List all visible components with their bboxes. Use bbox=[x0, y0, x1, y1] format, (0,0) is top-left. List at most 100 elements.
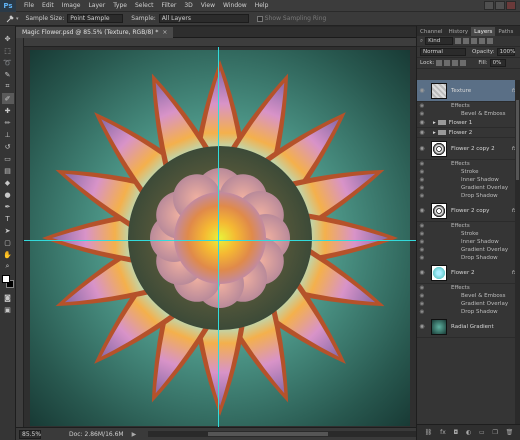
horizontal-scrollbar[interactable] bbox=[148, 431, 416, 437]
layer-effect-item[interactable]: ◉ Stroke bbox=[417, 168, 520, 176]
layer-name[interactable]: Texture bbox=[451, 88, 512, 94]
document-tab[interactable]: Magic Flower.psd @ 85.5% (Texture, RGB/8… bbox=[16, 27, 174, 38]
effect-visibility-icon[interactable]: ◉ bbox=[417, 231, 427, 237]
effect-visibility-icon[interactable]: ◉ bbox=[417, 293, 427, 299]
layer-group-row[interactable]: ◉ ▸ Flower 1 bbox=[417, 118, 520, 128]
layer-thumbnail[interactable] bbox=[431, 318, 447, 335]
new-group-icon[interactable]: ▭ bbox=[479, 429, 485, 436]
effect-visibility-icon[interactable]: ◉ bbox=[417, 111, 427, 117]
lock-all-icon[interactable] bbox=[460, 60, 467, 66]
type-tool-icon[interactable]: T bbox=[2, 213, 14, 224]
group-expand-arrow-icon[interactable]: ▸ bbox=[433, 120, 436, 126]
menu-help[interactable]: Help bbox=[251, 2, 273, 9]
layer-row[interactable]: ◉Texturefx bbox=[417, 80, 520, 102]
horizontal-guide[interactable] bbox=[24, 240, 416, 241]
layer-group-row[interactable]: ◉ ▸ Flower 2 bbox=[417, 128, 520, 138]
eyedropper-tool-icon[interactable]: ✐ bbox=[1, 93, 14, 104]
menu-filter[interactable]: Filter bbox=[158, 2, 181, 9]
link-layers-icon[interactable]: ⛓ bbox=[425, 429, 433, 436]
zoom-level-field[interactable]: 85.5% bbox=[19, 429, 41, 439]
visibility-eye-icon[interactable]: ◉ bbox=[417, 269, 427, 276]
path-select-tool-icon[interactable]: ➤ bbox=[2, 225, 14, 236]
lock-transparent-icon[interactable] bbox=[436, 60, 443, 66]
effect-visibility-icon[interactable]: ◉ bbox=[417, 247, 427, 253]
close-window-button[interactable] bbox=[506, 1, 516, 10]
blend-mode-select[interactable]: Normal bbox=[420, 48, 466, 56]
history-brush-tool-icon[interactable]: ↺ bbox=[2, 141, 14, 152]
effect-visibility-icon[interactable]: ◉ bbox=[417, 223, 427, 229]
layer-effects-header[interactable]: ◉ Effects bbox=[417, 284, 520, 292]
layer-name[interactable]: Flower 2 copy 2 bbox=[451, 146, 512, 152]
quick-select-tool-icon[interactable]: ✎ bbox=[2, 69, 14, 80]
effect-visibility-icon[interactable]: ◉ bbox=[417, 185, 427, 191]
document-canvas[interactable] bbox=[30, 50, 410, 426]
menu-edit[interactable]: Edit bbox=[38, 2, 58, 9]
hand-tool-icon[interactable]: ✋ bbox=[2, 249, 14, 260]
layer-effect-item[interactable]: ◉ Gradient Overlay bbox=[417, 184, 520, 192]
menu-file[interactable]: File bbox=[20, 2, 38, 9]
tab-layers[interactable]: Layers bbox=[471, 27, 496, 36]
layers-scrollbar[interactable] bbox=[515, 80, 520, 424]
effect-visibility-icon[interactable]: ◉ bbox=[417, 309, 427, 315]
adjustment-layer-icon[interactable]: ◐ bbox=[466, 429, 471, 436]
layer-thumbnail[interactable] bbox=[431, 264, 447, 281]
screen-mode-icon[interactable]: ▣ bbox=[2, 304, 14, 315]
layer-effect-item[interactable]: ◉ Drop Shadow bbox=[417, 192, 520, 200]
vertical-guide[interactable] bbox=[218, 47, 219, 427]
layer-name[interactable]: Flower 1 bbox=[449, 120, 520, 126]
canvas-area[interactable] bbox=[24, 47, 416, 427]
effect-visibility-icon[interactable]: ◉ bbox=[417, 255, 427, 261]
status-menu-arrow-icon[interactable]: ▶ bbox=[132, 431, 137, 438]
delete-layer-icon[interactable]: 🗑 bbox=[506, 429, 514, 436]
layer-name[interactable]: Flower 2 copy bbox=[451, 208, 512, 214]
clone-stamp-tool-icon[interactable]: ⊥ bbox=[2, 129, 14, 140]
effect-visibility-icon[interactable]: ◉ bbox=[417, 239, 427, 245]
effect-visibility-icon[interactable]: ◉ bbox=[417, 161, 427, 167]
layer-row[interactable]: ◉Flower 2fx bbox=[417, 262, 520, 284]
visibility-eye-icon[interactable]: ◉ bbox=[417, 145, 427, 152]
visibility-eye-icon[interactable]: ◉ bbox=[417, 129, 427, 136]
type-filter-icon[interactable] bbox=[471, 38, 478, 44]
marquee-tool-icon[interactable]: ⬚ bbox=[2, 45, 14, 56]
layers-scroll-thumb[interactable] bbox=[516, 100, 519, 180]
pen-tool-icon[interactable]: ✒ bbox=[2, 201, 14, 212]
layer-effect-item[interactable]: ◉ Drop Shadow bbox=[417, 308, 520, 316]
healing-brush-tool-icon[interactable]: ✚ bbox=[2, 105, 14, 116]
tool-preset-arrow-icon[interactable]: ▾ bbox=[16, 16, 19, 22]
crop-tool-icon[interactable]: ⌗ bbox=[2, 81, 14, 92]
blur-tool-icon[interactable]: ◆ bbox=[2, 177, 14, 188]
layer-effect-item[interactable]: ◉ Inner Shadow bbox=[417, 176, 520, 184]
eyedropper-tool-icon[interactable] bbox=[4, 14, 16, 24]
layer-name[interactable]: Radial Gradient bbox=[451, 324, 520, 330]
move-tool-icon[interactable]: ✥ bbox=[2, 33, 14, 44]
layer-name[interactable]: Flower 2 bbox=[449, 130, 520, 136]
close-tab-icon[interactable]: × bbox=[162, 29, 167, 36]
maximize-button[interactable] bbox=[495, 1, 505, 10]
tab-paths[interactable]: Paths bbox=[495, 27, 516, 36]
eraser-tool-icon[interactable]: ▭ bbox=[2, 153, 14, 164]
layer-effect-item[interactable]: ◉ Inner Shadow bbox=[417, 238, 520, 246]
visibility-eye-icon[interactable]: ◉ bbox=[417, 323, 427, 330]
layer-name[interactable]: Flower 2 bbox=[451, 270, 512, 276]
sample-select[interactable]: All Layers bbox=[158, 14, 249, 23]
brush-tool-icon[interactable]: ✏ bbox=[2, 117, 14, 128]
lock-position-icon[interactable] bbox=[452, 60, 459, 66]
menu-3d[interactable]: 3D bbox=[180, 2, 196, 9]
visibility-eye-icon[interactable]: ◉ bbox=[417, 119, 427, 126]
layer-effects-header[interactable]: ◉ Effects bbox=[417, 102, 520, 110]
tab-channel[interactable]: Channel bbox=[417, 27, 446, 36]
quick-mask-icon[interactable]: ◙ bbox=[2, 292, 14, 303]
show-sampling-ring-checkbox[interactable] bbox=[256, 15, 263, 22]
visibility-eye-icon[interactable]: ◉ bbox=[417, 207, 427, 214]
effect-visibility-icon[interactable]: ◉ bbox=[417, 169, 427, 175]
layer-thumbnail[interactable] bbox=[431, 82, 447, 99]
color-swatch[interactable] bbox=[1, 275, 14, 289]
tab-history[interactable]: History bbox=[446, 27, 472, 36]
layer-row[interactable]: ◉Flower 2 copy 2fx bbox=[417, 138, 520, 160]
layer-row[interactable]: ◉ Radial Gradient bbox=[417, 316, 520, 338]
lock-pixels-icon[interactable] bbox=[444, 60, 451, 66]
layer-effect-item[interactable]: ◉ Drop Shadow bbox=[417, 254, 520, 262]
foreground-color-swatch[interactable] bbox=[1, 275, 10, 283]
new-layer-icon[interactable]: ❐ bbox=[492, 429, 497, 436]
menu-image[interactable]: Image bbox=[58, 2, 85, 9]
